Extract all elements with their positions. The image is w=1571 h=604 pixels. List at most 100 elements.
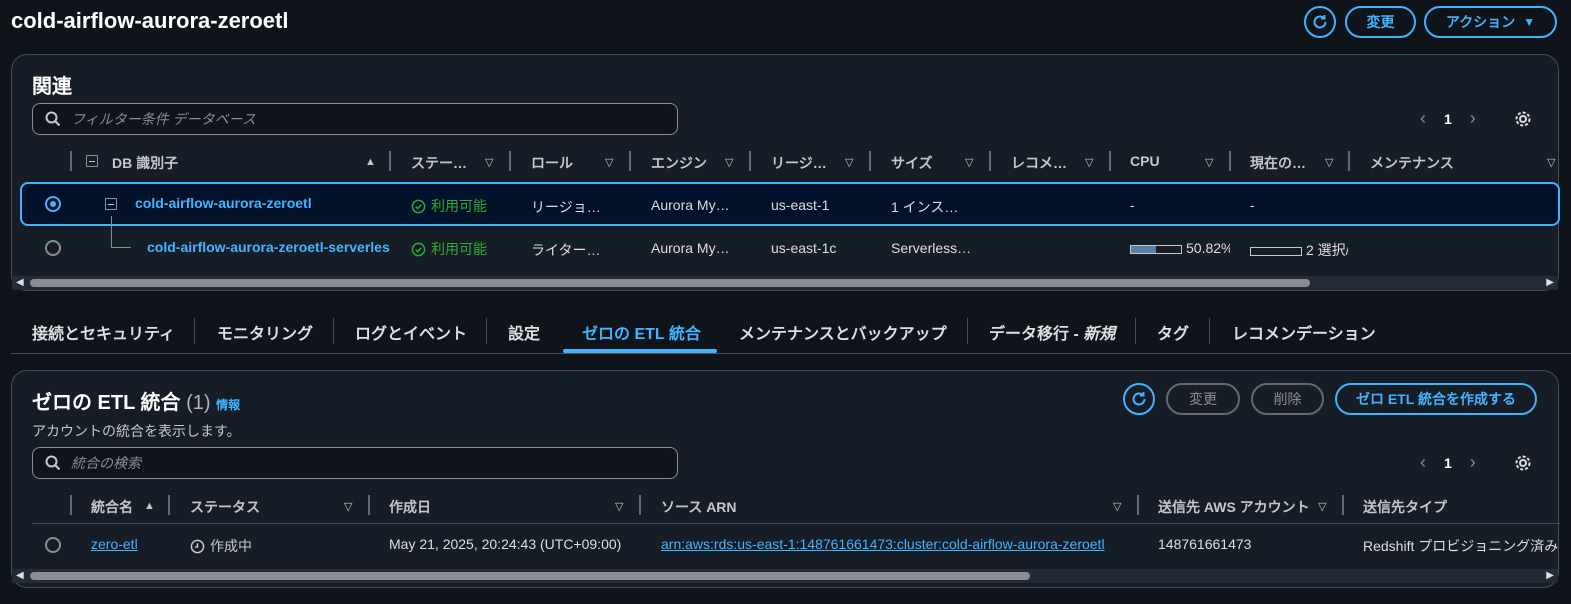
tab-maintenance-backup[interactable]: メンテナンスとバックアップ <box>739 320 947 344</box>
sort-icon[interactable]: ▽ <box>1205 156 1213 169</box>
column-separator[interactable] <box>639 495 641 515</box>
next-page-icon[interactable]: › <box>1470 108 1476 129</box>
column-separator[interactable] <box>1348 151 1350 171</box>
integration-name-link[interactable]: zero-etl <box>91 536 138 552</box>
actions-dropdown[interactable]: アクション ▼ <box>1424 6 1557 38</box>
sort-icon[interactable]: ▽ <box>1318 500 1326 513</box>
settings-gear-icon[interactable] <box>1514 454 1532 472</box>
info-link[interactable]: 情報 <box>216 398 240 412</box>
created-date-cell: May 21, 2025, 20:24:43 (UTC+09:00) <box>389 536 622 552</box>
column-separator[interactable] <box>368 495 370 515</box>
refresh-button[interactable] <box>1123 383 1155 415</box>
tab-zero-etl[interactable]: ゼロの ETL 統合 <box>582 320 701 344</box>
column-separator <box>70 495 72 515</box>
column-cpu[interactable]: CPU <box>1130 153 1160 169</box>
column-separator[interactable] <box>989 151 991 171</box>
related-filter-input[interactable] <box>71 111 631 127</box>
column-target-type[interactable]: 送信先タイプ <box>1363 497 1447 517</box>
tab-connectivity-security[interactable]: 接続とセキュリティ <box>32 320 175 344</box>
db-identifier-link[interactable]: cold-airflow-aurora-zeroetl <box>135 195 312 211</box>
integration-horizontal-scrollbar[interactable]: ◀ ▶ <box>12 569 1558 583</box>
scroll-right-icon[interactable]: ▶ <box>1546 570 1554 581</box>
sort-icon[interactable]: ▽ <box>965 156 973 169</box>
prev-page-icon[interactable]: ‹ <box>1420 108 1426 129</box>
current-page[interactable]: 1 <box>1444 455 1452 471</box>
row-radio-selected[interactable] <box>45 196 61 212</box>
integration-search[interactable] <box>32 447 678 479</box>
refresh-button[interactable] <box>1304 6 1336 38</box>
sort-icon[interactable]: ▽ <box>845 156 853 169</box>
column-size[interactable]: サイズ <box>891 153 933 173</box>
column-separator[interactable] <box>168 495 170 515</box>
collapse-all-icon[interactable] <box>86 155 98 167</box>
scroll-thumb[interactable] <box>30 572 1030 580</box>
column-separator[interactable] <box>1229 151 1231 171</box>
column-status[interactable]: ステー… <box>411 153 467 173</box>
column-separator[interactable] <box>1137 495 1139 515</box>
sort-icon[interactable]: ▽ <box>605 156 613 169</box>
tab-recommendations[interactable]: レコメンデーション <box>1232 320 1376 344</box>
tab-configuration[interactable]: 設定 <box>508 320 540 344</box>
column-separator[interactable] <box>629 151 631 171</box>
current-activity-bar <box>1250 246 1302 256</box>
column-role[interactable]: ロール <box>531 153 573 173</box>
tab-monitoring[interactable]: モニタリング <box>217 320 313 344</box>
column-separator[interactable] <box>869 151 871 171</box>
cpu-usage-bar <box>1130 244 1182 254</box>
sort-icon[interactable]: ▽ <box>725 156 733 169</box>
column-integration-name[interactable]: 統合名 <box>91 497 133 517</box>
tab-tags[interactable]: タグ <box>1157 320 1189 344</box>
integration-search-input[interactable] <box>71 455 631 471</box>
tab-data-migration[interactable]: データ移行 - 新規 <box>989 320 1115 344</box>
scroll-left-icon[interactable]: ◀ <box>16 570 24 581</box>
column-recommendation[interactable]: レコメ… <box>1011 153 1067 173</box>
column-separator[interactable] <box>509 151 511 171</box>
db-instance-link[interactable]: cold-airflow-aurora-zeroetl-serverles <box>147 239 390 255</box>
sort-ascending-icon[interactable]: ▲ <box>365 156 376 168</box>
sort-icon[interactable]: ▽ <box>615 500 623 513</box>
row-radio[interactable] <box>45 537 61 553</box>
scroll-thumb[interactable] <box>30 279 1310 287</box>
create-zero-etl-button[interactable]: ゼロ ETL 統合を作成する <box>1335 383 1537 415</box>
settings-gear-icon[interactable] <box>1514 110 1532 128</box>
sort-icon[interactable]: ▽ <box>1325 156 1333 169</box>
sort-icon[interactable]: ▽ <box>1547 156 1555 169</box>
column-status[interactable]: ステータス <box>190 497 260 517</box>
column-target-account[interactable]: 送信先 AWS アカウント <box>1158 497 1310 517</box>
delete-integration-button[interactable]: 削除 <box>1251 383 1324 415</box>
current-page[interactable]: 1 <box>1444 111 1452 127</box>
source-arn-link[interactable]: arn:aws:rds:us-east-1:148761661473:clust… <box>661 536 1105 552</box>
column-separator[interactable] <box>1109 151 1111 171</box>
row-radio[interactable] <box>45 240 61 256</box>
scroll-left-icon[interactable]: ◀ <box>16 277 24 288</box>
column-db-identifier[interactable]: DB 識別子 <box>112 153 178 173</box>
role-cell: リージョ… <box>531 199 601 215</box>
related-filter[interactable] <box>32 103 678 135</box>
tab-divider <box>11 353 1571 354</box>
column-engine[interactable]: エンジン <box>651 153 707 173</box>
column-source-arn[interactable]: ソース ARN <box>661 497 737 517</box>
tab-logs-events[interactable]: ログとイベント <box>355 320 467 344</box>
column-separator[interactable] <box>389 151 391 171</box>
sort-icon[interactable]: ▽ <box>485 156 493 169</box>
sort-icon[interactable]: ▽ <box>344 500 352 513</box>
column-current-activity[interactable]: 現在の… <box>1250 153 1306 173</box>
sort-icon[interactable]: ▽ <box>1113 500 1121 513</box>
related-horizontal-scrollbar[interactable]: ◀ ▶ <box>12 276 1558 290</box>
clock-icon <box>190 539 205 553</box>
column-separator[interactable] <box>1342 495 1344 515</box>
tree-line <box>111 247 131 248</box>
column-created[interactable]: 作成日 <box>389 497 431 517</box>
sort-ascending-icon[interactable]: ▲ <box>144 500 155 512</box>
next-page-icon[interactable]: › <box>1470 452 1476 473</box>
column-region[interactable]: リージ… <box>771 153 827 173</box>
collapse-row-icon[interactable] <box>105 198 117 210</box>
column-separator[interactable] <box>749 151 751 171</box>
modify-integration-button[interactable]: 変更 <box>1166 383 1240 415</box>
sort-icon[interactable]: ▽ <box>1085 156 1093 169</box>
check-circle-icon <box>411 199 426 213</box>
modify-button[interactable]: 変更 <box>1345 6 1416 38</box>
prev-page-icon[interactable]: ‹ <box>1420 452 1426 473</box>
scroll-right-icon[interactable]: ▶ <box>1546 277 1554 288</box>
column-maintenance[interactable]: メンテナンス <box>1370 153 1454 173</box>
